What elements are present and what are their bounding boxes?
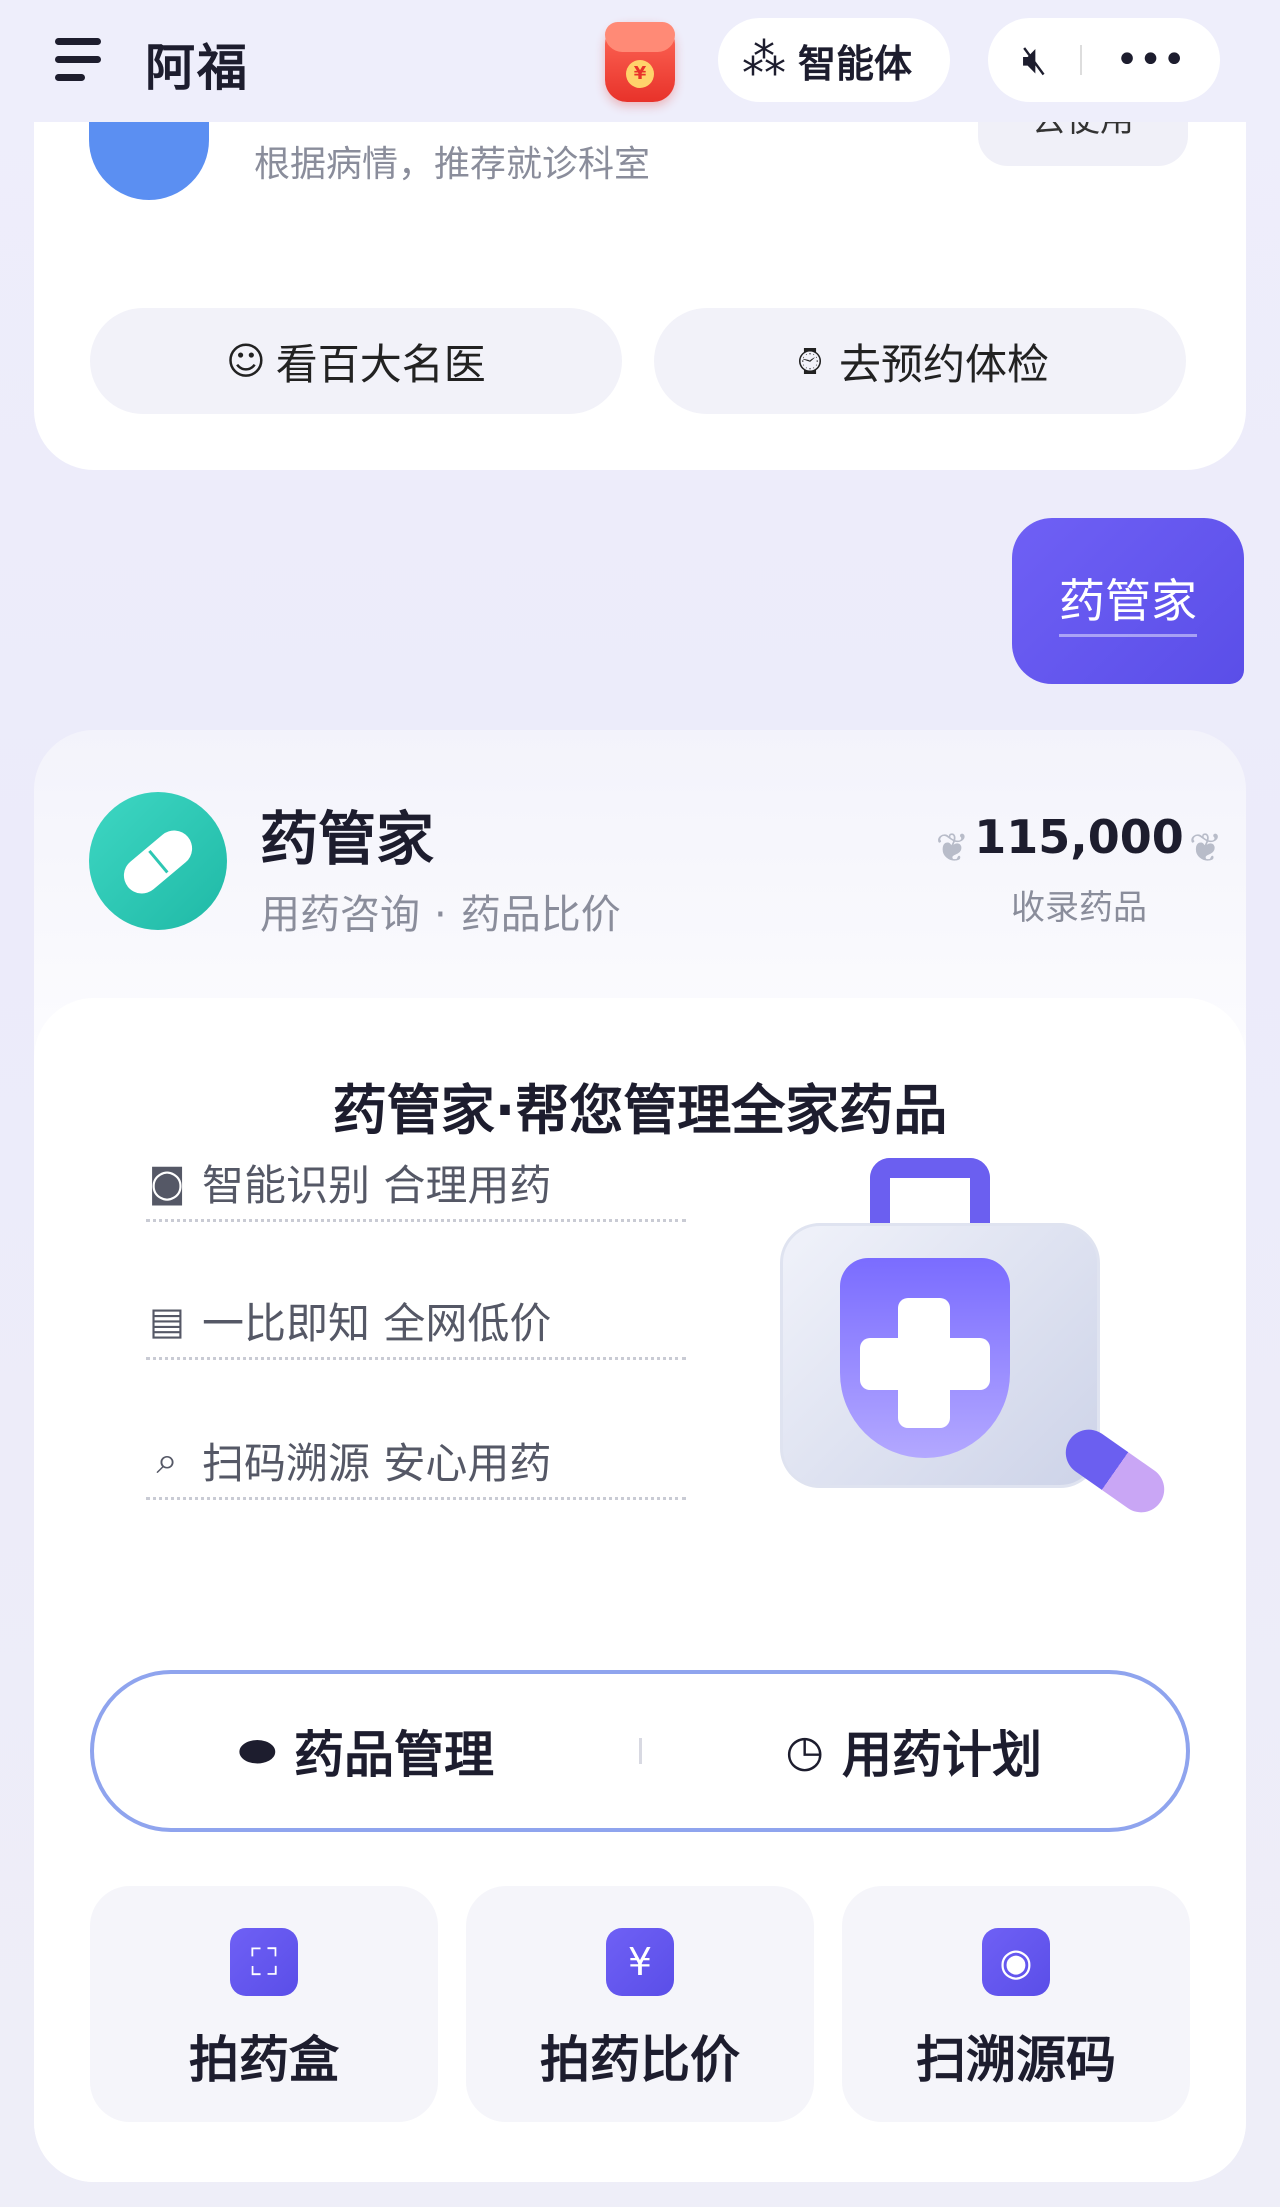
- medicine-management-button[interactable]: ⬬ 药品管理: [94, 1674, 639, 1828]
- tile-label: 扫溯源码: [916, 2031, 1116, 2089]
- feature-label: 智能识别 合理用药: [202, 1161, 552, 1210]
- card-title: 药管家: [260, 805, 435, 873]
- target-icon: ◉: [982, 1928, 1050, 1996]
- famous-doctor-label: 看百大名医: [275, 339, 486, 389]
- scan-trace-code-tile[interactable]: ◉ 扫溯源码: [842, 1886, 1190, 2122]
- drug-count-value: 115,000: [974, 810, 1184, 864]
- agent-label: 智能体: [798, 41, 913, 86]
- drug-count-label: 收录药品: [1011, 887, 1147, 928]
- camera-icon: ◙: [148, 1160, 186, 1205]
- list-icon: ▤: [149, 1298, 185, 1343]
- checkup-icon: ⌚︎: [790, 340, 829, 385]
- drug-count: ❦ 115,000 ❦ 收录药品: [934, 810, 1224, 929]
- laurel-right-icon: ❦: [1188, 825, 1223, 872]
- control-capsule: 🔇︎ •••: [988, 18, 1220, 102]
- top-bar: 阿福 ¥ ⁂ 智能体 🔇︎ •••: [0, 0, 1280, 122]
- feature-price-compare: ▤ 一比即知 全网低价: [146, 1284, 686, 1360]
- feature-trace-scan: ⌕ 扫码溯源 安心用药: [146, 1424, 686, 1500]
- famous-doctor-button[interactable]: ☺︎ 看百大名医: [90, 308, 622, 414]
- user-message-text: 药管家: [1059, 574, 1197, 637]
- more-icon[interactable]: •••: [1115, 40, 1186, 80]
- agent-button[interactable]: ⁂ 智能体: [718, 18, 950, 102]
- agent-icon: ⁂: [742, 34, 786, 85]
- medicine-manager-card: 药管家 用药咨询 · 药品比价 ❦ 115,000 ❦ 收录药品 药管家·帮您管理全…: [34, 730, 1246, 2182]
- laurel-left-icon: ❦: [935, 825, 970, 872]
- medicine-panel: 药管家·帮您管理全家药品 ◙ 智能识别 合理用药 ▤ 一比即知 全网低价 ⌕ 扫…: [34, 998, 1246, 2182]
- panel-title: 药管家·帮您管理全家药品: [332, 1079, 948, 1142]
- subtitle-dot: ·: [434, 892, 447, 938]
- card-subtitle: 用药咨询 · 药品比价: [260, 882, 621, 940]
- tile-label: 拍药盒: [189, 2031, 339, 2089]
- medication-plan-label: 用药计划: [841, 1726, 1042, 1784]
- clock-icon: ◷: [785, 1725, 824, 1777]
- checkup-button[interactable]: ⌚︎ 去预约体检: [654, 308, 1186, 414]
- tile-label: 拍药比价: [540, 2031, 740, 2089]
- app-title: 阿福: [145, 39, 249, 97]
- photo-price-compare-tile[interactable]: ¥ 拍药比价: [466, 1886, 814, 2122]
- photo-medicine-box-tile[interactable]: ⛶ 拍药盒: [90, 1886, 438, 2122]
- scan-frame-icon: ⛶: [230, 1928, 298, 1996]
- department-subtitle: 根据病情，推荐就诊科室: [254, 144, 651, 185]
- user-message-bubble: 药管家: [1012, 518, 1244, 684]
- feature-label: 一比即知 全网低价: [202, 1299, 552, 1348]
- feature-label: 扫码溯源 安心用药: [202, 1439, 552, 1488]
- medicine-management-label: 药品管理: [294, 1726, 495, 1784]
- checkup-label: 去预约体检: [839, 339, 1050, 389]
- subtitle-compare: 药品比价: [460, 892, 621, 938]
- doctor-icon: ☺︎: [226, 339, 266, 383]
- management-segmented-bar: ⬬ 药品管理 ◷ 用药计划: [90, 1670, 1190, 1832]
- feature-smart-recognition: ◙ 智能识别 合理用药: [146, 1146, 686, 1222]
- medicine-box-illustration: [740, 1158, 1174, 1522]
- pill-logo-icon: [89, 792, 227, 930]
- red-packet-icon[interactable]: ¥: [605, 22, 675, 102]
- medication-plan-button[interactable]: ◷ 用药计划: [642, 1674, 1187, 1828]
- subtitle-consult: 用药咨询: [260, 892, 420, 938]
- mute-icon[interactable]: 🔇︎: [1022, 40, 1047, 80]
- scan-icon: ⌕: [156, 1438, 178, 1482]
- divider: [1080, 45, 1083, 75]
- menu-icon[interactable]: [55, 38, 105, 82]
- pill-icon: ⬬: [238, 1725, 277, 1777]
- price-icon: ¥: [606, 1928, 674, 1996]
